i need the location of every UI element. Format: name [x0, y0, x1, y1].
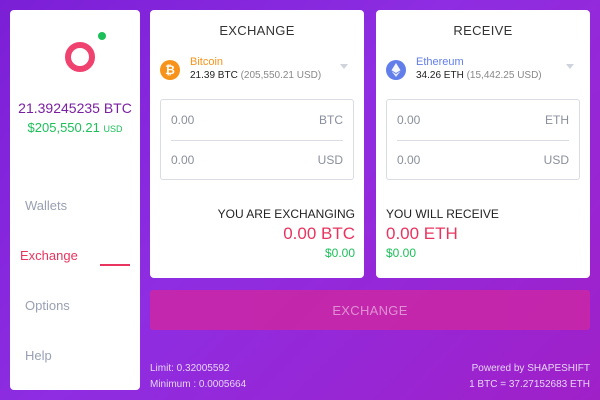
exchange-button[interactable]: EXCHANGE [150, 290, 590, 330]
sidebar: 21.39245235 BTC $205,550.21 USD Wallets … [10, 10, 140, 390]
wallet-balance-usd: $205,550.21 USD [10, 120, 140, 135]
nav-item-exchange[interactable]: Exchange [20, 248, 78, 263]
receive-summary-usd: $0.00 [386, 246, 417, 260]
exchange-amount-unit: BTC [319, 113, 343, 127]
bitcoin-icon: ₿ [160, 60, 180, 80]
logo-ring-icon [65, 42, 95, 72]
exchange-rate-text: 1 BTC = 37.27152683 ETH [469, 379, 590, 390]
receive-amount-input[interactable]: 0.00 ETH [387, 100, 579, 140]
exchange-panel-title: EXCHANGE [219, 23, 295, 38]
limit-text: Limit: 0.32005592 [150, 363, 230, 374]
receive-usd-input[interactable]: 0.00 USD [387, 140, 579, 180]
receive-input-box: 0.00 ETH 0.00 USD [386, 99, 580, 180]
chevron-down-icon[interactable] [340, 64, 348, 69]
nav-item-help[interactable]: Help [25, 348, 52, 363]
ethereum-icon [386, 60, 406, 80]
wallet-balance-btc: 21.39245235 BTC [18, 100, 132, 116]
receive-usd-value: 0.00 [397, 153, 421, 167]
exchange-summary-amount: 0.00 BTC [283, 224, 355, 243]
exchange-panel: EXCHANGE ₿ Bitcoin 21.39 BTC (205,550.21… [150, 10, 364, 278]
receive-usd-unit: USD [543, 153, 569, 167]
exchange-summary-label: YOU ARE EXCHANGING [217, 207, 355, 221]
exchange-coin-amount: 21.39 BTC [190, 70, 238, 81]
nav-item-wallets[interactable]: Wallets [25, 198, 67, 213]
nav-active-indicator [100, 264, 130, 266]
exchange-usd-value: 0.00 [171, 153, 195, 167]
receive-coin-usd: (15,442.25 USD) [466, 70, 542, 81]
receive-panel: RECEIVE Ethereum 34.26 ETH (15,442.25 US… [376, 10, 590, 278]
exchange-amount-input[interactable]: 0.00 BTC [161, 100, 353, 140]
receive-panel-title: RECEIVE [453, 23, 513, 38]
exchange-usd-input[interactable]: 0.00 USD [161, 140, 353, 180]
app-logo [62, 30, 112, 80]
receive-coin-selector[interactable]: Ethereum 34.26 ETH (15,442.25 USD) [386, 56, 580, 84]
exchange-summary-usd: $0.00 [324, 246, 355, 260]
receive-amount-value: 0.00 [397, 113, 421, 127]
receive-coin-amount: 34.26 ETH [416, 70, 464, 81]
wallet-balance-usd-value: $205,550.21 [27, 120, 100, 135]
exchange-input-box: 0.00 BTC 0.00 USD [160, 99, 354, 180]
wallet-balance-usd-unit: USD [103, 124, 123, 134]
exchange-amount-value: 0.00 [171, 113, 195, 127]
exchange-rate-info: Powered by SHAPESHIFT 1 BTC = 37.2715268… [469, 361, 590, 393]
powered-by-text: Powered by SHAPESHIFT [471, 363, 590, 374]
receive-amount-unit: ETH [545, 113, 569, 127]
exchange-limits: Limit: 0.32005592 Minimum : 0.0005664 [150, 361, 246, 393]
exchange-coin-name: Bitcoin [190, 56, 224, 68]
status-dot-icon [98, 32, 106, 40]
receive-coin-name: Ethereum [416, 56, 464, 68]
receive-summary-amount: 0.00 ETH [386, 224, 458, 243]
exchange-coin-usd: (205,550.21 USD) [240, 70, 322, 81]
minimum-text: Minimum : 0.0005664 [150, 379, 247, 390]
nav-item-options[interactable]: Options [25, 298, 70, 313]
exchange-usd-unit: USD [317, 153, 343, 167]
exchange-coin-balance: 21.39 BTC (205,550.21 USD) [190, 70, 321, 81]
receive-coin-balance: 34.26 ETH (15,442.25 USD) [416, 70, 542, 81]
receive-summary-label: YOU WILL RECEIVE [386, 207, 499, 221]
exchange-coin-selector[interactable]: ₿ Bitcoin 21.39 BTC (205,550.21 USD) [160, 56, 354, 84]
chevron-down-icon[interactable] [566, 64, 574, 69]
